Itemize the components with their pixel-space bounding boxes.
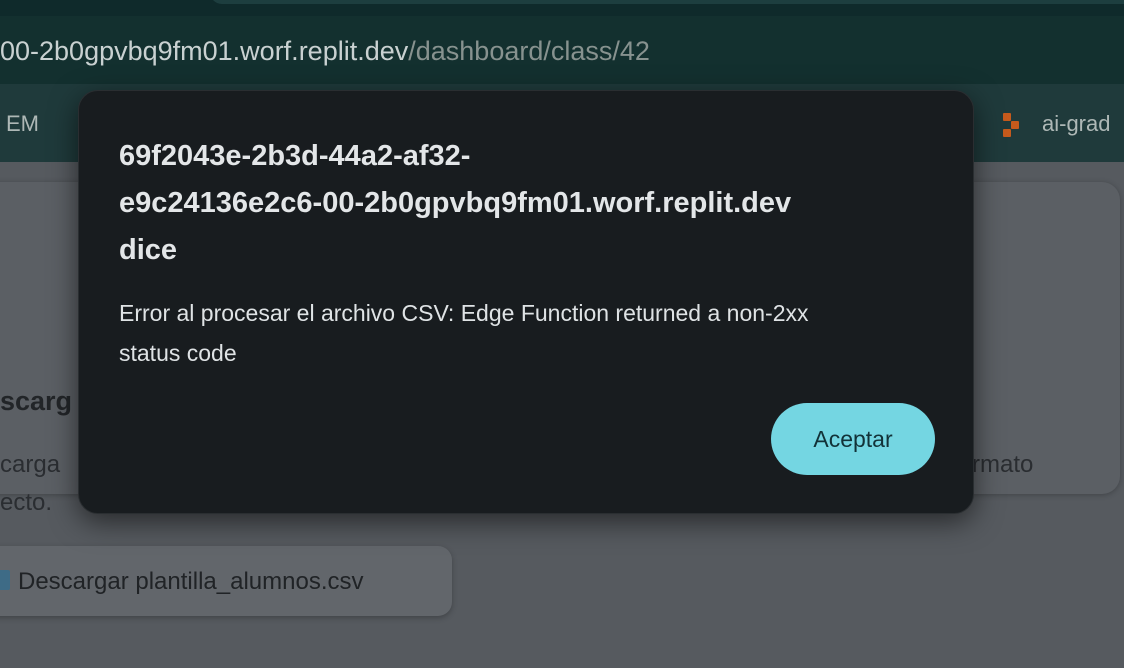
dialog-title-line: 69f2043e-2b3d-44a2-af32- — [119, 140, 471, 172]
browser-tab-strip — [0, 0, 1124, 16]
bookmark-ai-grad[interactable]: ai-grad — [1042, 107, 1110, 141]
url-host: 00-2b0gpvbq9fm01.worf.replit.dev — [0, 36, 409, 66]
bookmark-em[interactable]: EM — [6, 107, 39, 141]
section-description: carga — [0, 451, 61, 478]
alert-dialog: 69f2043e-2b3d-44a2-af32- e9c24136e2c6-00… — [78, 90, 974, 514]
replit-icon — [1003, 113, 1027, 137]
download-template-label: Descargar plantilla_alumnos.csv — [18, 568, 364, 595]
dialog-title-line: e9c24136e2c6-00-2b0gpvbq9fm01.worf.repli… — [119, 187, 792, 219]
section-title: scarg — [0, 386, 73, 416]
file-icon — [0, 570, 10, 590]
accept-button[interactable]: Aceptar — [771, 403, 935, 475]
section-description-cont: ecto. — [0, 489, 53, 516]
url-text[interactable]: 00-2b0gpvbq9fm01.worf.replit.dev/dashboa… — [0, 31, 650, 71]
dialog-title-line: dice — [119, 234, 178, 266]
url-path: /dashboard/class/42 — [408, 36, 650, 66]
active-tab[interactable] — [210, 0, 1124, 4]
dialog-message: Error al procesar el archivo CSV: Edge F… — [119, 300, 809, 366]
section-description-right: rmato — [972, 451, 1034, 478]
dialog-title: 69f2043e-2b3d-44a2-af32- e9c24136e2c6-00… — [119, 133, 939, 274]
